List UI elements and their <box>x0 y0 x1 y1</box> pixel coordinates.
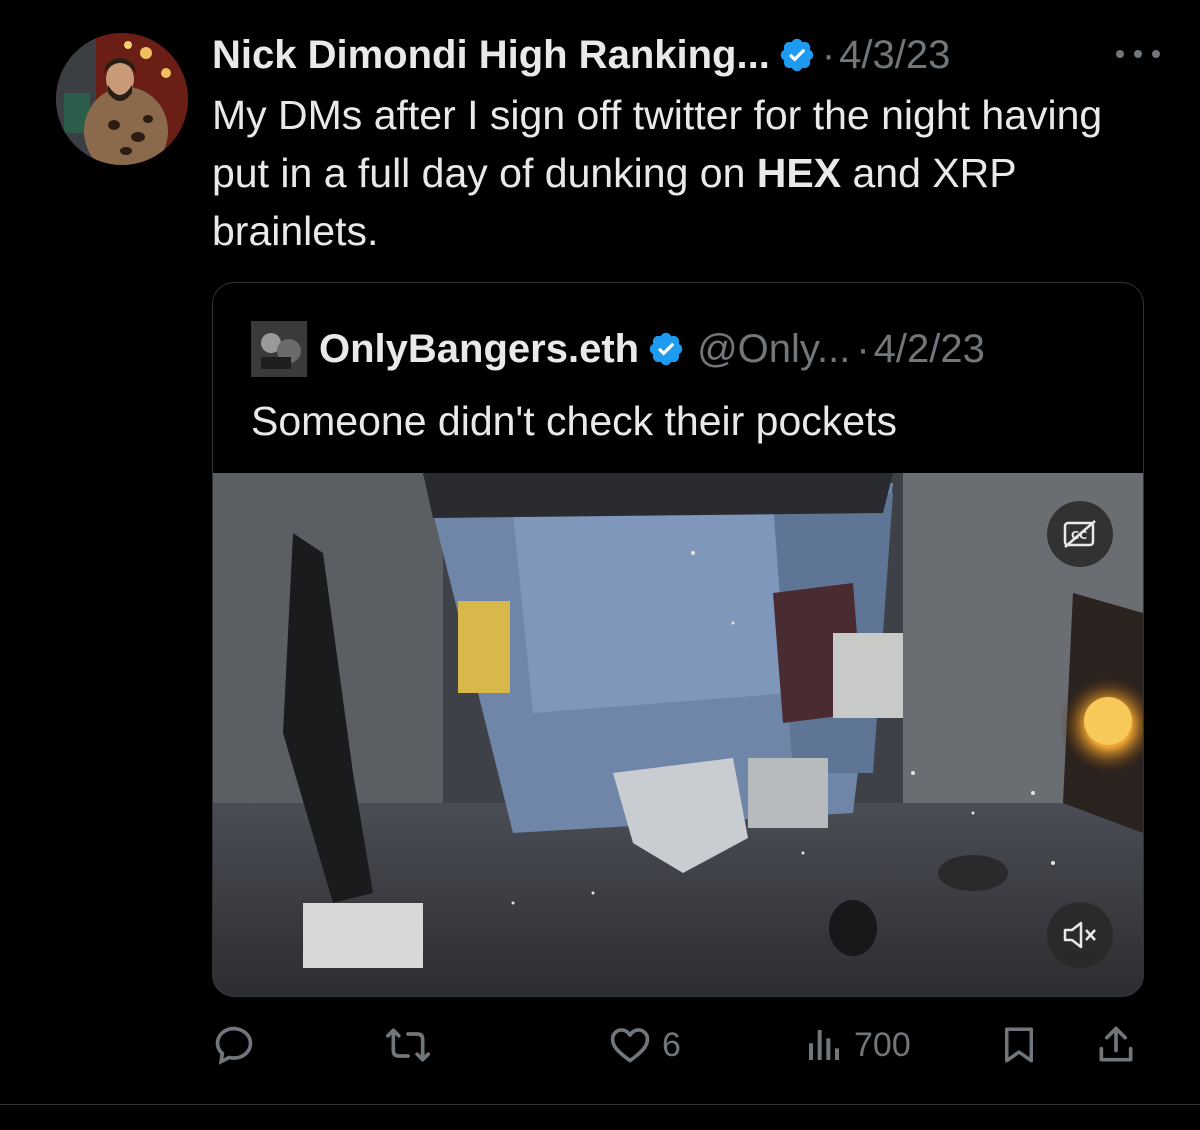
author-name[interactable]: Nick Dimondi High Ranking... <box>212 33 770 78</box>
reply-button[interactable] <box>212 1015 256 1075</box>
verified-badge-icon <box>780 38 814 72</box>
views-icon <box>809 1030 839 1060</box>
mute-icon[interactable] <box>1047 902 1113 968</box>
quoted-tweet-text: Someone didn't check their pockets <box>251 398 897 444</box>
more-icon[interactable] <box>1116 42 1160 66</box>
like-count: 6 <box>662 1025 681 1064</box>
quoted-tweet[interactable]: OnlyBangers.eth @Only... · 4/2/23 Someon… <box>212 282 1144 997</box>
tweet-date[interactable]: 4/3/23 <box>839 33 950 78</box>
views-button[interactable]: 700 <box>804 1015 911 1075</box>
header-separator: · <box>821 32 836 77</box>
quoted-author-avatar[interactable] <box>251 321 307 377</box>
tweet[interactable]: Nick Dimondi High Ranking... · 4/3/23 My… <box>0 0 1200 1105</box>
captions-icon[interactable]: CC <box>1047 501 1113 567</box>
tweet-header: Nick Dimondi High Ranking... · 4/3/23 <box>212 28 1160 82</box>
tweet-text: My DMs after I sign off twitter for the … <box>212 86 1162 260</box>
retweet-button[interactable] <box>384 1015 432 1075</box>
divider <box>0 1104 1200 1105</box>
quoted-author-name[interactable]: OnlyBangers.eth <box>319 327 639 372</box>
like-icon <box>610 1028 650 1063</box>
like-button[interactable]: 6 <box>608 1015 681 1075</box>
quoted-tweet-date[interactable]: 4/2/23 <box>874 327 985 372</box>
share-button[interactable] <box>1094 1015 1138 1075</box>
retweet-icon <box>386 1028 430 1062</box>
quoted-header-separator: · <box>856 326 870 371</box>
quoted-tweet-header: OnlyBangers.eth @Only... · 4/2/23 <box>319 321 1123 377</box>
video-frame <box>213 473 1143 996</box>
share-icon <box>1099 1026 1133 1062</box>
verified-badge-icon <box>649 332 683 366</box>
bookmark-icon <box>1005 1027 1033 1063</box>
author-avatar[interactable] <box>56 33 188 165</box>
action-bar: 6 700 <box>212 1015 1142 1075</box>
tweet-text-bold[interactable]: HEX <box>757 150 841 196</box>
views-count: 700 <box>854 1025 911 1064</box>
reply-icon <box>215 1026 253 1065</box>
video-player[interactable]: CC <box>213 473 1143 996</box>
bookmark-button[interactable] <box>998 1015 1040 1075</box>
quoted-author-handle[interactable]: @Only... <box>697 327 850 372</box>
